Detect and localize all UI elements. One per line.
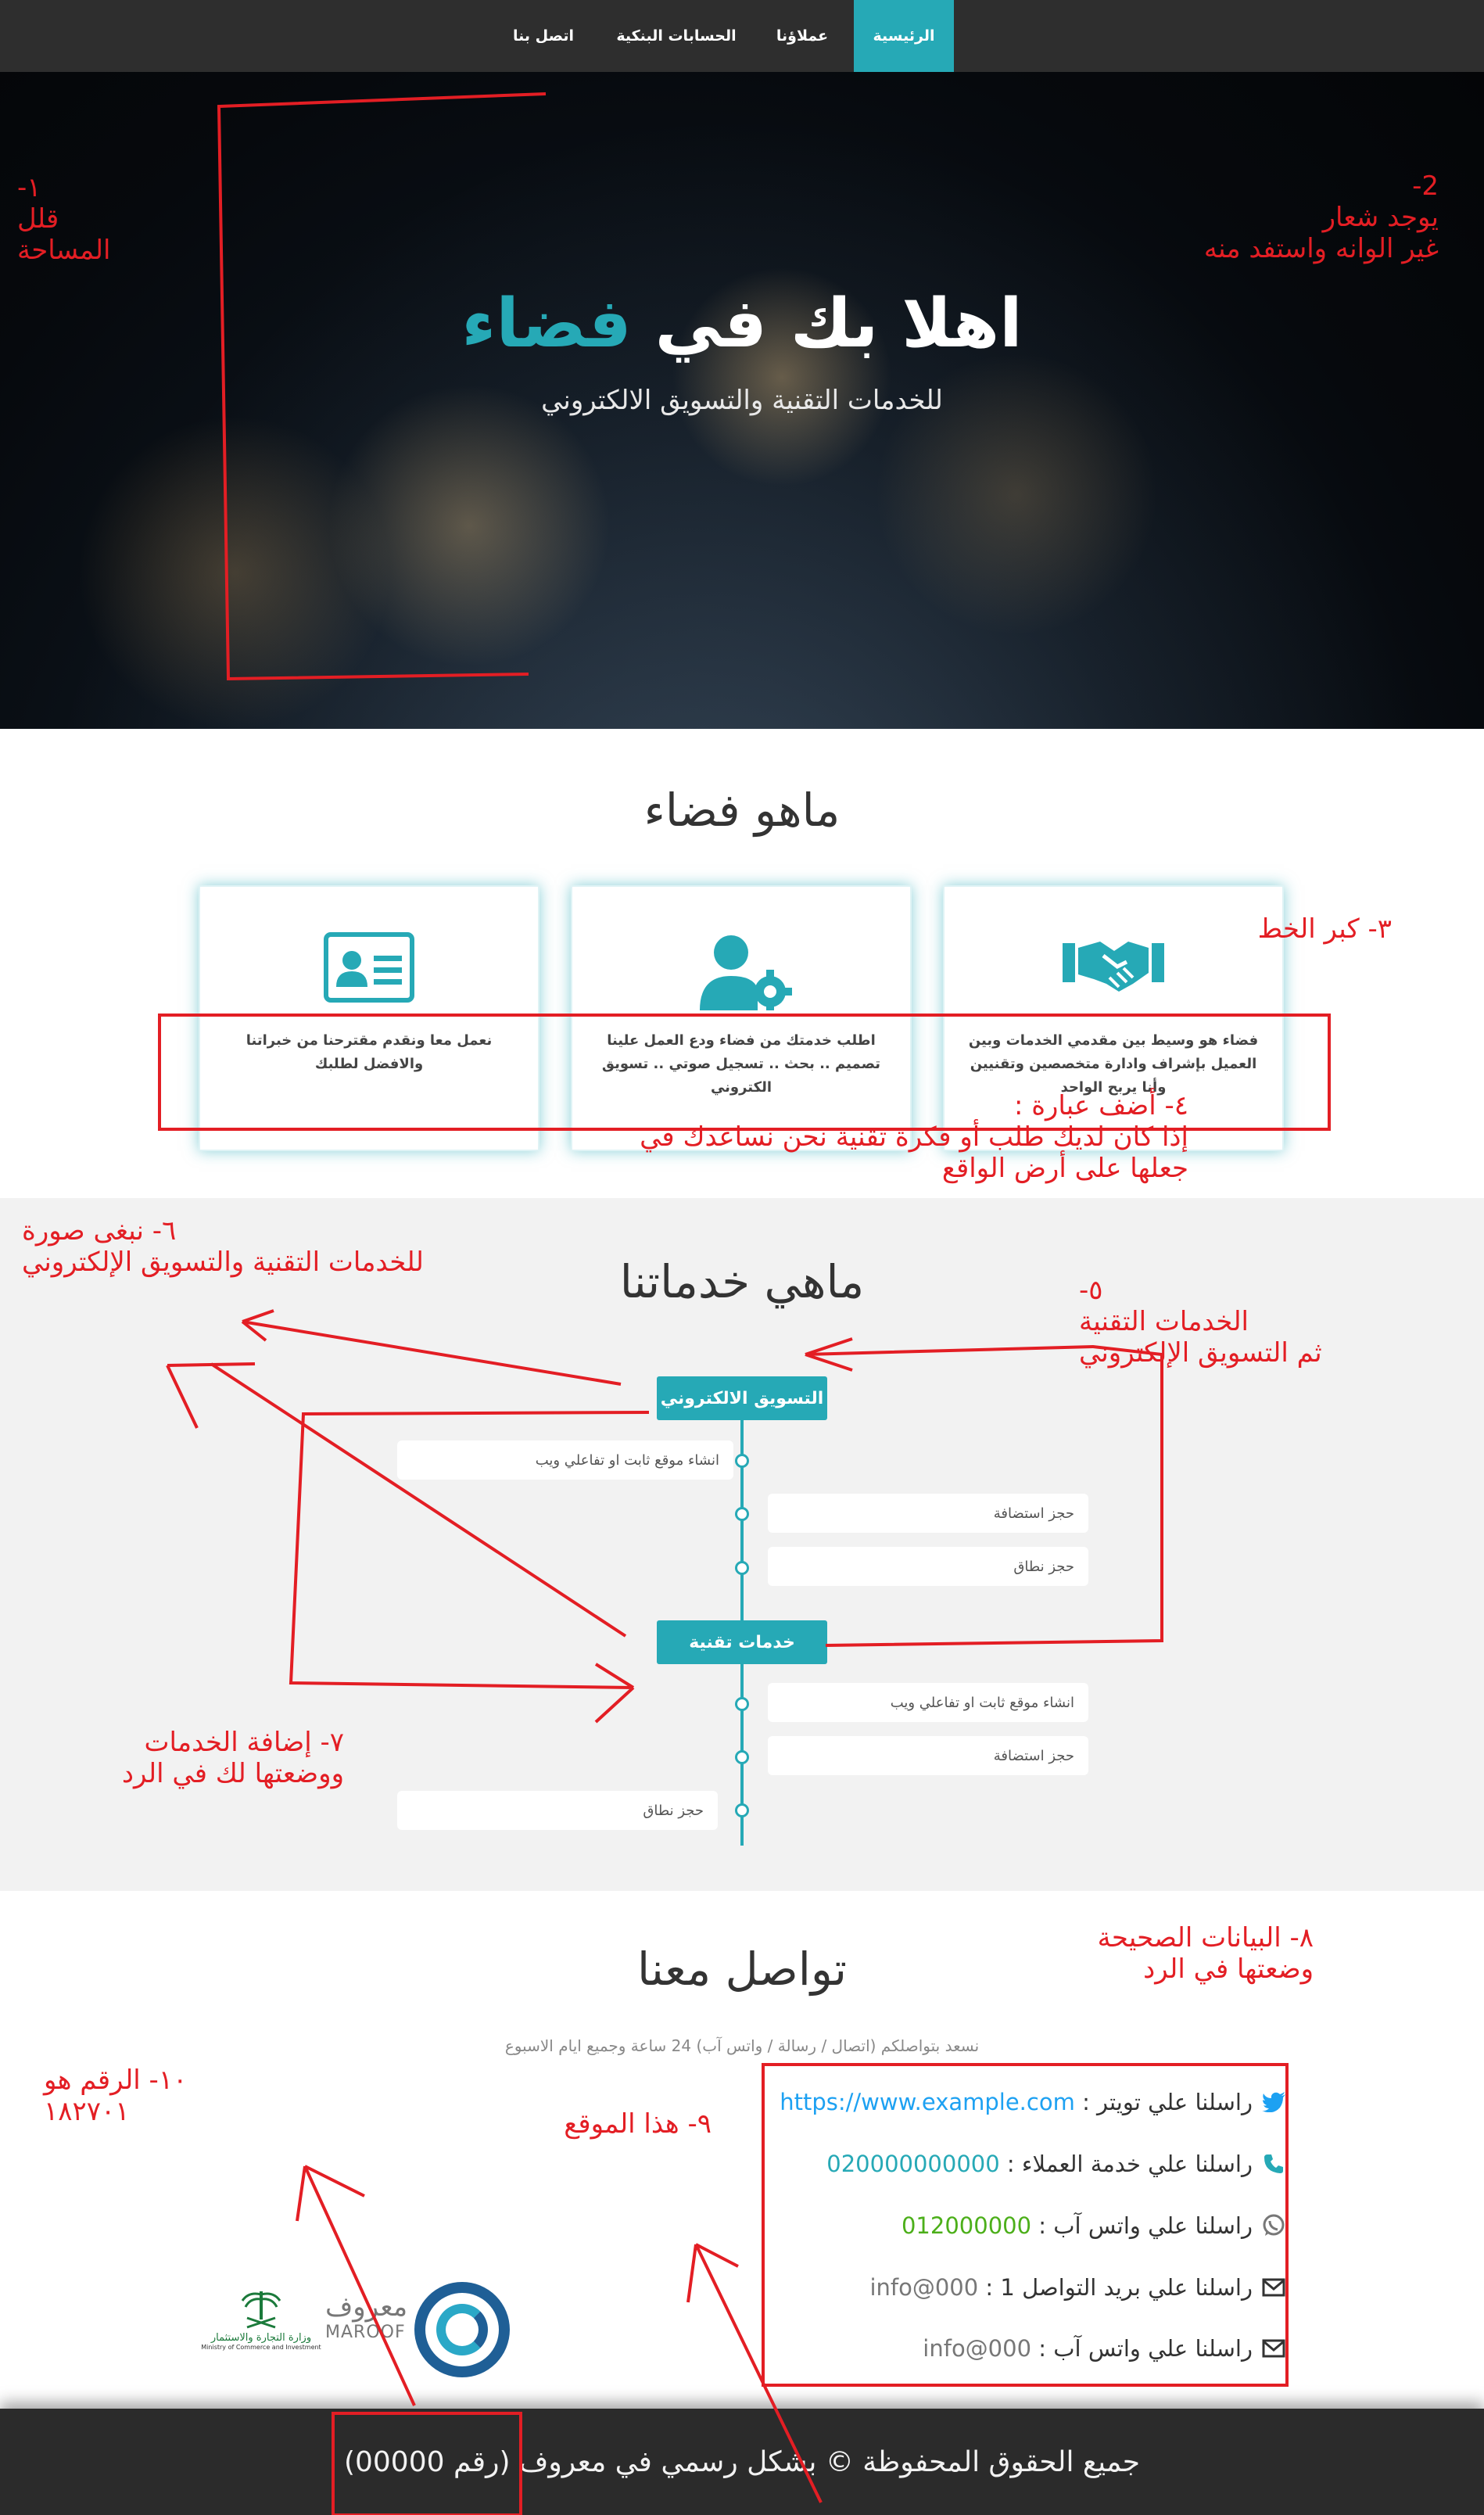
nav-item-bank-accounts[interactable]: الحسابات البنكية <box>610 0 743 72</box>
user-gear-icon <box>572 932 910 1010</box>
timeline-dot <box>735 1507 749 1521</box>
timeline-item: حجز نطاق <box>397 1791 718 1830</box>
timeline-item: انشاء موقع ثابت او تفاعلي ويب <box>397 1440 733 1480</box>
footer: جميع الحقوق المحفوظة © بشكل رسمي في معرو… <box>0 2409 1484 2515</box>
partner-logo-circle <box>414 2282 510 2377</box>
envelope-icon <box>1260 2335 1287 2362</box>
hero-title-main: اهلا بك في <box>654 285 1023 363</box>
timeline-group-title: خدمات تقنية <box>657 1620 827 1664</box>
ministry-logo: وزارة التجارة والاستثمار Ministry of Com… <box>200 2288 322 2374</box>
annotation-note-10: ١٠- الرقم هو ١٨٢٧٠١ <box>44 2065 188 2127</box>
annotation-note-8: ٨- البيانات الصحيحة وضعتها في الرد <box>1097 1922 1314 1985</box>
annotation-note-1: ١- قلل المساحة <box>17 172 111 266</box>
footer-copyright: جميع الحقوق المحفوظة © بشكل رسمي في معرو… <box>343 2446 1141 2478</box>
timeline-item: حجز استضافة <box>768 1736 1088 1775</box>
whatsapp-icon <box>1260 2212 1287 2239</box>
contact-email-value[interactable]: info@000 <box>923 2335 1031 2362</box>
maroof-logo-en: MAROOF <box>325 2323 406 2342</box>
about-card-text: اطلب خدمتك من فضاء ودع العمل علينا تصميم… <box>601 1032 881 1096</box>
hero-title: اهلا بك في فضاء <box>0 285 1484 363</box>
top-navbar: الرئيسية عملاؤنا الحسابات البنكية اتصل ب… <box>0 0 1484 72</box>
contact-label: راسلنا علي خدمة العملاء : <box>1006 2151 1253 2177</box>
timeline-dot <box>735 1454 749 1468</box>
annotation-note-9: ٩- هذا الموقع <box>564 2108 712 2140</box>
hero-title-accent: فضاء <box>461 285 632 363</box>
annotation-note-4: ٤- أضف عبارة : إذا كان لديك طلب أو فكرة … <box>640 1090 1188 1184</box>
timeline-group-title: التسويق الالكتروني <box>657 1376 827 1420</box>
about-card-text: نعمل معا ونقدم مقترحنا من خبراتنا والافض… <box>246 1032 493 1072</box>
about-card: نعمل معا ونقدم مقترحنا من خبراتنا والافض… <box>199 885 539 1151</box>
annotation-note-3: ٣- كبر الخط <box>1257 913 1392 945</box>
contact-label: راسلنا علي واتس آب : <box>1038 2335 1253 2362</box>
timeline-item: انشاء موقع ثابت او تفاعلي ويب <box>768 1683 1088 1722</box>
nav-item-clients[interactable]: عملاؤنا <box>758 0 846 72</box>
envelope-icon <box>1260 2274 1287 2301</box>
palm-emblem-icon <box>241 2291 281 2329</box>
timeline-dot <box>735 1697 749 1711</box>
contact-twitter-link[interactable]: https://www.example.com <box>780 2089 1075 2115</box>
phone-icon <box>1260 2151 1287 2177</box>
annotation-note-6: ٦- نبغى صورة للخدمات التقنية والتسويق ال… <box>22 1215 424 1278</box>
maroof-logo: معروف MAROOF <box>325 2291 411 2370</box>
timeline-dot <box>735 1561 749 1575</box>
contact-row-email: راسلنا علي بريد التواصل 1 : info@000 <box>869 2272 1287 2303</box>
contact-email-value[interactable]: info@000 <box>869 2274 978 2301</box>
annotation-note-2: 2- يوجد شعار غير الوانه واستفد منه <box>1203 170 1439 264</box>
contact-row-phone: راسلنا علي خدمة العملاء : 020000000000 <box>826 2148 1287 2180</box>
about-title: ماهو فضاء <box>643 784 841 837</box>
timeline-dot <box>735 1803 749 1817</box>
annotation-note-7: ٧- إضافة الخدمات ووضعتها لك في الرد <box>121 1727 344 1789</box>
contact-row-email-2: راسلنا علي واتس آب : info@000 <box>923 2333 1287 2364</box>
contact-subtitle: نسعد بتواصلكم (اتصال / رسالة / واتس آب) … <box>504 2036 980 2055</box>
hero-subtitle: للخدمات التقنية والتسويق الالكتروني <box>541 385 943 416</box>
maroof-logo-ar: معروف <box>325 2291 408 2323</box>
id-card-icon <box>200 932 538 1010</box>
nav-item-home[interactable]: الرئيسية <box>854 0 954 72</box>
ministry-logo-en: Ministry of Commerce and Investment <box>201 2344 321 2351</box>
twitter-icon <box>1260 2089 1287 2115</box>
contact-row-twitter: راسلنا علي تويتر : https://www.example.c… <box>780 2086 1287 2118</box>
timeline-item: حجز نطاق <box>768 1547 1088 1586</box>
contact-label: راسلنا علي تويتر : <box>1082 2089 1253 2115</box>
contact-whatsapp-value[interactable]: 012000000 <box>902 2212 1031 2239</box>
annotation-note-5: ٥- الخدمات التقنية ثم التسويق الإلكتروني <box>1079 1275 1322 1369</box>
ministry-logo-ar: وزارة التجارة والاستثمار <box>210 2332 312 2344</box>
contact-label: راسلنا علي واتس آب : <box>1038 2212 1253 2239</box>
timeline-item: حجز استضافة <box>768 1494 1088 1533</box>
contact-row-whatsapp: راسلنا علي واتس آب : 012000000 <box>902 2210 1287 2241</box>
nav-item-contact[interactable]: اتصل بنا <box>500 0 586 72</box>
about-card-text: فضاء هو وسيط بين مقدمي الخدمات وبين العم… <box>968 1032 1259 1096</box>
contact-phone-value[interactable]: 020000000000 <box>826 2151 999 2177</box>
timeline-dot <box>735 1750 749 1764</box>
contact-label: راسلنا علي بريد التواصل 1 : <box>985 2274 1253 2301</box>
